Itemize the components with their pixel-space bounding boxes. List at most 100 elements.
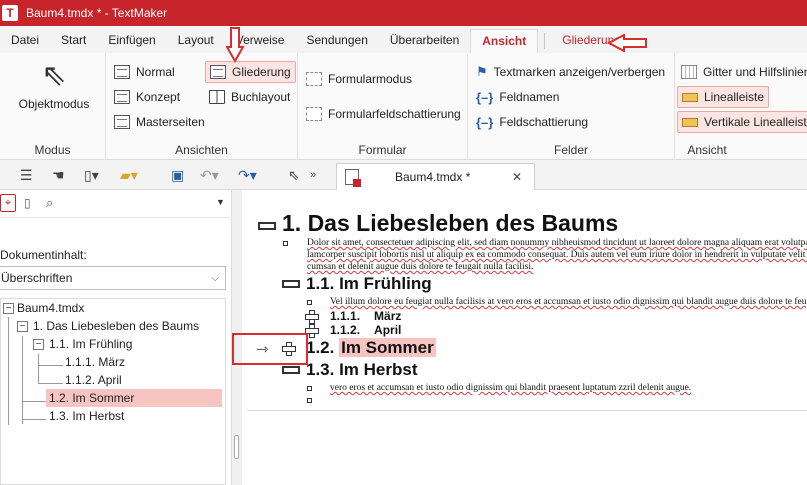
outline-collapse-icon[interactable] <box>282 366 300 374</box>
heading-2-spring: 1.1. Im Frühling <box>306 274 432 293</box>
tree-item-heading-1-1-1[interactable]: 1.1.1. März <box>65 353 125 371</box>
feldnamen-button[interactable]: {–} Feldnamen <box>472 86 563 108</box>
tree-item-heading-1-2[interactable]: 1.2. Im Sommer <box>46 389 222 407</box>
body-paragraph-3: vero eros et accumsan et iusto odio dign… <box>330 383 692 393</box>
hand-tool-icon[interactable]: ☚ <box>52 167 65 183</box>
save-icon[interactable]: ▣ <box>171 167 184 183</box>
heading-3-maerz: 1.1.1. März <box>330 309 401 323</box>
redo-icon[interactable]: ↷▾ <box>238 167 257 183</box>
feldschattierung-button[interactable]: {–} Feldschattierung <box>472 111 592 133</box>
outline-collapse-icon[interactable] <box>258 222 276 230</box>
konzept-view-icon <box>114 90 130 104</box>
tree-item-heading-1-1-2[interactable]: 1.1.2. April <box>65 371 122 389</box>
view-masterseiten-button[interactable]: Masterseiten <box>110 111 209 133</box>
pages-icon[interactable]: ▯ <box>24 196 31 210</box>
tree-line <box>38 354 39 384</box>
group-modus: ⇖ Objektmodus Modus <box>0 53 106 160</box>
feldnamen-label: Feldnamen <box>499 90 560 104</box>
tab-layout[interactable]: Layout <box>167 29 225 53</box>
heading-3-april-text: April <box>374 323 402 337</box>
field-shading-icon: {–} <box>476 114 494 130</box>
book-icon <box>209 90 225 104</box>
hamburger-menu-icon[interactable]: ☰ <box>20 167 33 183</box>
collapse-icon[interactable]: − <box>33 339 44 350</box>
collapse-icon[interactable]: − <box>17 321 28 332</box>
linealleiste-button[interactable]: Linealleiste <box>677 86 770 108</box>
app-window: T Baum4.tmdx * - TextMaker Datei Start E… <box>0 0 807 485</box>
document-area[interactable]: 1. Das Liebesleben des Baums Dolor sit a… <box>242 190 807 485</box>
formularmodus-button[interactable]: Formularmodus <box>302 68 416 90</box>
formularfeldschattierung-button[interactable]: Formularfeldschattierung <box>302 103 465 125</box>
outline-tree: − Baum4.tmdx − 1. Das Liebesleben des Ba… <box>0 298 226 485</box>
heading-1: 1. Das Liebesleben des Baums <box>282 210 619 236</box>
app-logo-icon: T <box>2 5 18 21</box>
view-konzept-button[interactable]: Konzept <box>110 86 184 108</box>
textmarken-button[interactable]: ⚑ Textmarken anzeigen/verbergen <box>472 61 669 83</box>
tree-item-root[interactable]: Baum4.tmdx <box>17 299 84 317</box>
tree-item-heading-1-1[interactable]: 1.1. Im Frühling <box>49 335 132 353</box>
navigator-icon[interactable]: ⌖ <box>0 194 16 212</box>
menu-separator <box>544 33 546 49</box>
vertical-ruler-icon <box>682 117 698 127</box>
red-arrow-left-annotation <box>607 34 647 52</box>
collapse-icon[interactable]: − <box>3 303 14 314</box>
sidebar-toolbar: ⌖ ▯ ⌕ ▼ <box>0 190 232 218</box>
sidebar: ⌖ ▯ ⌕ ▼ Dokumentinhalt: Überschriften ⌵ … <box>0 190 232 485</box>
tree-item-heading-1[interactable]: 1. Das Liebesleben des Baums <box>33 317 199 335</box>
pointer-cursor-icon: ⇖ <box>41 59 67 92</box>
body-text-bullet-icon <box>307 300 312 305</box>
select-cursor-icon[interactable]: ⇖ <box>288 167 300 183</box>
body-text-bullet-icon <box>307 386 312 391</box>
gliederung-label: Gliederung <box>232 65 291 79</box>
tree-line <box>38 365 63 366</box>
outline-collapse-icon[interactable] <box>282 280 300 288</box>
heading-3-maerz-number: 1.1.1. <box>330 309 361 323</box>
heading-2-summer-number: 1.2. <box>306 338 335 357</box>
view-gliederung-button[interactable]: Gliederung <box>205 61 296 83</box>
open-folder-icon[interactable]: ▰▾ <box>120 167 138 183</box>
search-icon[interactable]: ⌕ <box>46 195 53 211</box>
view-normal-button[interactable]: Normal <box>110 61 179 83</box>
tab-start[interactable]: Start <box>50 29 97 53</box>
tab-datei[interactable]: Datei <box>0 29 50 53</box>
ribbon: ⇖ Objektmodus Modus Normal Konzept Maste… <box>0 53 807 160</box>
buchlayout-label: Buchlayout <box>231 90 291 104</box>
undo-icon[interactable]: ↶▾ <box>200 167 219 183</box>
outline-expand-icon[interactable] <box>305 310 319 324</box>
heading-2-autumn: 1.3. Im Herbst <box>306 360 418 379</box>
heading-3-april-number: 1.1.2. <box>330 323 361 337</box>
feldschattierung-label: Feldschattierung <box>499 115 589 129</box>
group-label-ansichten: Ansichten <box>175 143 228 157</box>
more-tools-icon[interactable]: » <box>310 167 316 183</box>
view-buchlayout-button[interactable]: Buchlayout <box>205 86 294 108</box>
textmarken-label: Textmarken anzeigen/verbergen <box>493 65 666 79</box>
group-formular: Formularmodus Formularfeldschattierung F… <box>298 53 468 160</box>
vertikale-linealleiste-button[interactable]: Vertikale Linealleiste <box>677 111 807 133</box>
form-shading-icon <box>306 107 322 121</box>
close-tab-icon[interactable]: ✕ <box>512 170 522 184</box>
normal-view-icon <box>114 65 130 79</box>
tab-einfuegen[interactable]: Einfügen <box>97 29 166 53</box>
body-paragraph-2: Vel illum dolore eu feugiat nulla facili… <box>330 297 807 307</box>
tree-item-heading-1-3[interactable]: 1.3. Im Herbst <box>49 407 124 425</box>
headings-dropdown-value: Überschriften <box>1 271 73 285</box>
sidebar-menu-chevron-icon[interactable]: ▼ <box>216 197 225 207</box>
textmaker-document-icon <box>345 169 361 187</box>
headings-dropdown[interactable]: Überschriften ⌵ <box>0 266 226 290</box>
heading-2-summer-text: Im Sommer <box>339 338 436 357</box>
form-mode-icon <box>306 72 322 86</box>
objektmodus-label: Objektmodus <box>18 97 90 111</box>
tab-ansicht[interactable]: Ansicht <box>470 29 539 53</box>
gitter-button[interactable]: Gitter und Hilfslinien <box>677 61 807 83</box>
body-text-bullet-icon <box>283 241 288 246</box>
body-paragraph-1-line-2: lamcorper suscipit lobortis nisl ut aliq… <box>307 250 807 260</box>
new-document-icon[interactable]: ▯▾ <box>84 167 99 183</box>
tab-sendungen[interactable]: Sendungen <box>295 29 378 53</box>
objektmodus-button[interactable]: ⇖ Objektmodus <box>8 59 100 129</box>
splitter-grip-icon[interactable] <box>234 435 239 459</box>
normal-label: Normal <box>136 65 175 79</box>
tab-ueberarbeiten[interactable]: Überarbeiten <box>379 29 470 53</box>
group-label-modus: Modus <box>34 143 71 157</box>
document-tab[interactable]: Baum4.tmdx * ✕ <box>336 163 535 190</box>
gitter-label: Gitter und Hilfslinien <box>703 65 807 79</box>
